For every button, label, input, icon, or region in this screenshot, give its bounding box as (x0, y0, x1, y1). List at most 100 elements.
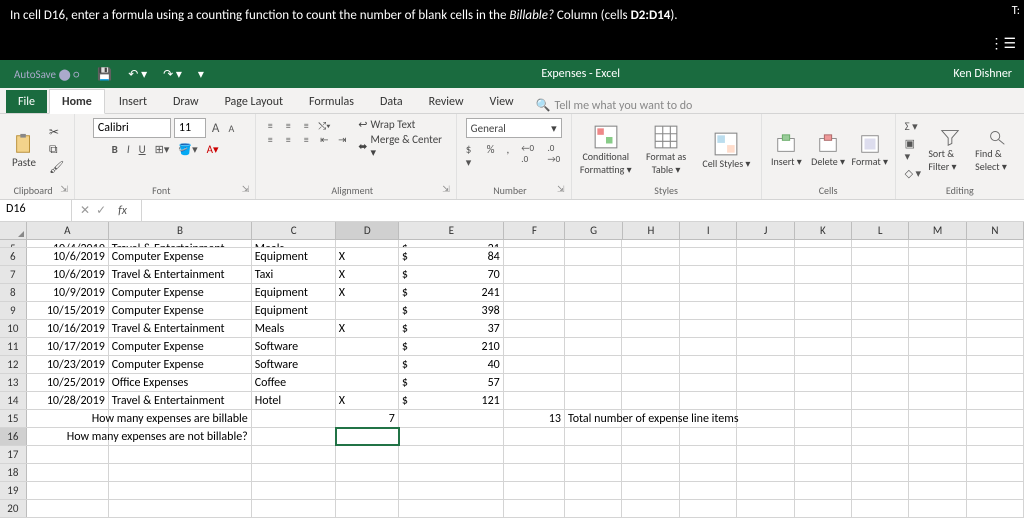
row-header[interactable]: 14 (0, 392, 27, 409)
cell[interactable]: $37 (399, 320, 504, 337)
select-all-corner[interactable] (0, 222, 27, 239)
accounting-format-icon[interactable]: $ ▾ (463, 142, 478, 170)
cell[interactable]: 10/16/2019 (27, 320, 109, 337)
row-header[interactable]: 7 (0, 266, 27, 283)
cell[interactable]: 10/17/2019 (27, 338, 109, 355)
row-header[interactable]: 11 (0, 338, 27, 355)
cell[interactable]: Software (252, 356, 336, 373)
row-header[interactable]: 12 (0, 356, 27, 373)
row-header[interactable]: 20 (0, 500, 27, 517)
cancel-formula-icon[interactable]: ✕ (80, 203, 90, 218)
cell[interactable] (336, 356, 399, 373)
merge-center-button[interactable]: ⬌Merge & Center ▾ (358, 133, 449, 159)
col-header-E[interactable]: E (399, 222, 504, 239)
paste-button[interactable]: Paste (6, 132, 42, 169)
cell[interactable]: Equipment (252, 302, 336, 319)
cell[interactable] (336, 374, 399, 391)
decrease-decimal-icon[interactable]: .0 →0 (544, 142, 564, 170)
tab-page-layout[interactable]: Page Layout (213, 90, 295, 113)
tab-file[interactable]: File (6, 90, 47, 113)
row-header[interactable]: 13 (0, 374, 27, 391)
copy-icon[interactable]: ⧉ (49, 143, 64, 157)
align-middle-icon[interactable]: ≡ (280, 118, 296, 132)
col-header-B[interactable]: B (109, 222, 252, 239)
cell-styles-button[interactable]: Cell Styles ▾ (698, 131, 754, 170)
cell-G15[interactable]: Total number of expense line items (565, 410, 622, 427)
col-header-J[interactable]: J (737, 222, 794, 239)
cell[interactable]: Meals (252, 240, 336, 247)
cell[interactable]: Computer Expense (109, 302, 252, 319)
row-header[interactable]: 19 (0, 482, 27, 499)
number-format-select[interactable]: General▾ (466, 118, 562, 138)
row-header-16[interactable]: 16 (0, 428, 27, 445)
cell[interactable]: 10/23/2019 (27, 356, 109, 373)
align-top-icon[interactable]: ≡ (262, 118, 278, 132)
cell[interactable]: Meals (252, 320, 336, 337)
col-header-N[interactable]: N (967, 222, 1024, 239)
cell[interactable]: Travel & Entertainment (109, 266, 252, 283)
row-header[interactable]: 17 (0, 446, 27, 463)
increase-indent-icon[interactable]: ⇥ (334, 132, 350, 146)
underline-button[interactable]: U (136, 142, 149, 157)
task-list-icon[interactable]: ⋮☰ (989, 35, 1016, 52)
cell[interactable] (336, 302, 399, 319)
qat-customize-icon[interactable]: ▾ (194, 65, 208, 84)
redo-icon[interactable]: ↷ ▾ (159, 65, 186, 84)
cell[interactable]: $70 (399, 266, 504, 283)
cell[interactable]: Travel & Entertainment (109, 392, 252, 409)
cell-D15[interactable]: 7 (336, 410, 399, 427)
cell[interactable]: 10/9/2019 (27, 284, 109, 301)
cell[interactable]: X (336, 284, 399, 301)
enter-formula-icon[interactable]: ✓ (96, 203, 106, 218)
cell[interactable]: Taxi (252, 266, 336, 283)
tab-review[interactable]: Review (417, 90, 476, 113)
cell[interactable]: $210 (399, 338, 504, 355)
col-header-C[interactable]: C (252, 222, 336, 239)
cell[interactable]: Computer Expense (109, 248, 252, 265)
col-header-L[interactable]: L (852, 222, 909, 239)
fx-icon[interactable]: fx (112, 202, 133, 220)
col-header-K[interactable]: K (795, 222, 852, 239)
format-as-table-button[interactable]: Format as Table ▾ (638, 124, 694, 176)
formula-bar-input[interactable] (142, 200, 1024, 221)
row-header[interactable]: 8 (0, 284, 27, 301)
tab-home[interactable]: Home (49, 89, 105, 114)
conditional-formatting-button[interactable]: Conditional Formatting ▾ (578, 124, 634, 176)
decrease-font-icon[interactable]: A (225, 121, 237, 136)
cell[interactable]: X (336, 266, 399, 283)
border-icon[interactable]: ⊞▾ (152, 142, 173, 157)
col-header-H[interactable]: H (623, 222, 680, 239)
cell[interactable]: 10/4/2019 (27, 240, 109, 247)
clear-icon[interactable]: ◇ ▾ (902, 166, 925, 181)
align-center-icon[interactable]: ≡ (280, 132, 296, 146)
percent-format-icon[interactable]: % (484, 142, 498, 170)
cell[interactable]: Equipment (252, 284, 336, 301)
cell[interactable]: Travel & Entertainment (109, 320, 252, 337)
cell[interactable]: Hotel (252, 392, 336, 409)
cell[interactable]: 10/6/2019 (27, 266, 109, 283)
col-header-F[interactable]: F (504, 222, 565, 239)
row-header[interactable]: 6 (0, 248, 27, 265)
cell[interactable]: 10/25/2019 (27, 374, 109, 391)
cell[interactable]: $21 (399, 240, 504, 247)
cell[interactable]: Computer Expense (109, 338, 252, 355)
orientation-icon[interactable]: ⤭▾ (316, 118, 332, 132)
cell[interactable]: $57 (399, 374, 504, 391)
cell[interactable]: $84 (399, 248, 504, 265)
col-header-G[interactable]: G (565, 222, 622, 239)
decrease-indent-icon[interactable]: ⇤ (316, 132, 332, 146)
user-name[interactable]: Ken Dishner (953, 67, 1024, 81)
cell[interactable]: Equipment (252, 248, 336, 265)
cell[interactable]: $121 (399, 392, 504, 409)
cell-B15[interactable]: How many expenses are billable (109, 410, 252, 427)
col-header-I[interactable]: I (680, 222, 737, 239)
tab-insert[interactable]: Insert (107, 90, 159, 113)
alignment-dialog-icon[interactable]: ⇲ (442, 184, 450, 195)
tab-formulas[interactable]: Formulas (297, 90, 366, 113)
cell[interactable] (336, 240, 399, 247)
sort-filter-button[interactable]: Sort & Filter ▾ (928, 127, 971, 173)
row-header[interactable]: 9 (0, 302, 27, 319)
save-icon[interactable]: 💾 (93, 65, 116, 84)
increase-decimal-icon[interactable]: ←0 .0 (518, 142, 538, 170)
cell[interactable]: $241 (399, 284, 504, 301)
